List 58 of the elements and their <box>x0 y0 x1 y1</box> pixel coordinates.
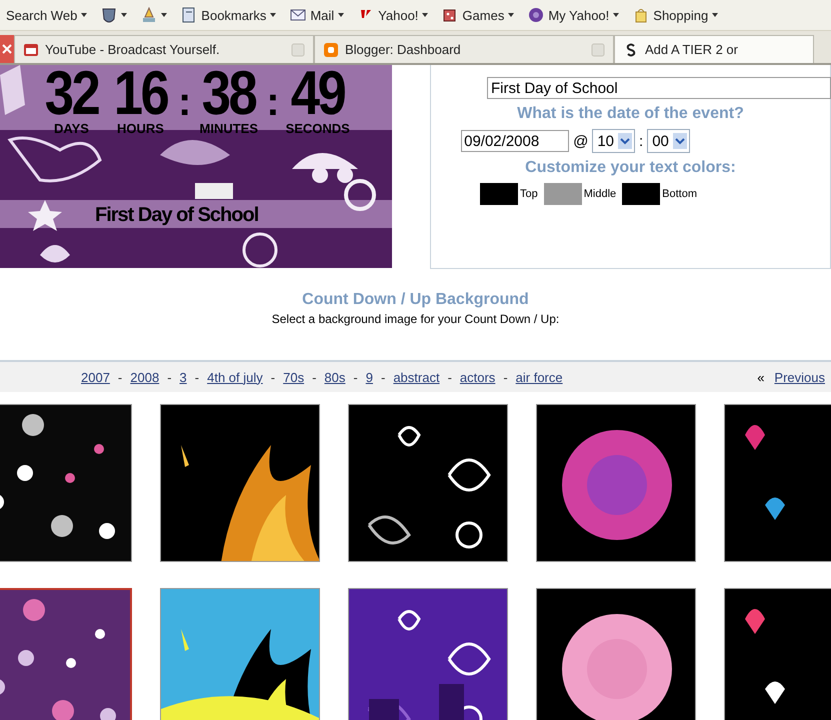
swatch-label: Bottom <box>662 188 697 200</box>
toolbar-button[interactable]: Games <box>442 7 514 23</box>
date-field[interactable]: 09/02/2008 <box>461 130 570 152</box>
countdown-number: 16 <box>114 65 168 123</box>
toolbar-button[interactable]: Search Web <box>6 8 88 22</box>
toolbar-button[interactable]: Mail <box>290 7 344 23</box>
form-question: Customize your text colors: <box>525 159 736 177</box>
link-separator: - <box>353 370 358 384</box>
event-name-field[interactable]: First Day of School <box>487 77 831 99</box>
swatch-label: Middle <box>584 188 616 200</box>
time-separator: : <box>639 132 644 150</box>
tab-title: Add A TIER 2 or <box>645 42 738 57</box>
tab-title: YouTube - Broadcast Yourself. <box>45 42 220 57</box>
browser-tab[interactable]: YouTube - Broadcast Yourself. <box>14 35 314 63</box>
hour-select[interactable]: 10 <box>592 129 636 153</box>
link-separator: - <box>448 370 452 384</box>
section-subtitle: Select a background image for your Count Down / Up: <box>272 312 560 326</box>
category-link[interactable]: 2008 <box>130 370 160 384</box>
toolbar-button[interactable]: Yahoo! <box>358 7 428 23</box>
link-separator: - <box>312 370 316 384</box>
countdown-label: HOURS <box>116 121 164 136</box>
colon-separator: : <box>266 79 280 126</box>
link-separator: - <box>503 370 508 384</box>
form-question: What is the date of the event? <box>517 105 744 123</box>
countdown-label: SECONDS <box>286 121 350 136</box>
minute-select[interactable]: 00 <box>647 129 690 153</box>
tab-title: Blogger: Dashboard <box>345 42 461 57</box>
link-separator: - <box>270 370 276 384</box>
category-link[interactable]: 2007 <box>81 370 110 384</box>
swatch-label: Top <box>520 188 538 200</box>
countdown-number: 38 <box>202 65 256 123</box>
category-link[interactable]: 9 <box>366 370 373 384</box>
link-separator: - <box>380 370 386 384</box>
category-link[interactable]: 70s <box>283 370 304 384</box>
countdown-number: 32 <box>44 65 98 123</box>
section-title: Count Down / Up Background <box>302 291 529 309</box>
category-link[interactable]: 4th of july <box>207 370 263 384</box>
countdown-label: MINUTES <box>200 121 258 136</box>
toolbar-button[interactable]: Shopping <box>633 7 718 23</box>
category-link[interactable]: air force <box>516 370 563 384</box>
category-link[interactable]: abstract <box>393 370 440 384</box>
colon-separator: : <box>178 79 192 126</box>
previous-arrow: « <box>757 370 764 384</box>
countdown-event-title: First Day of School <box>95 203 258 227</box>
toolbar-button[interactable]: Bookmarks <box>181 7 276 23</box>
category-link[interactable]: actors <box>460 370 496 384</box>
browser-tab[interactable]: Blogger: Dashboard <box>314 35 614 63</box>
category-link[interactable]: 3 <box>180 370 187 384</box>
countdown-number: 49 <box>290 65 344 123</box>
toolbar-button[interactable]: My Yahoo! <box>528 7 620 23</box>
link-separator: - <box>194 370 200 384</box>
countdown-label: DAYS <box>54 121 89 136</box>
at-sign: @ <box>573 132 588 150</box>
browser-tab[interactable]: Add A TIER 2 or <box>614 35 814 63</box>
link-separator: - <box>167 370 172 384</box>
previous-link[interactable]: Previous <box>774 370 825 384</box>
link-separator: - <box>118 370 122 384</box>
category-link[interactable]: 80s <box>324 370 346 384</box>
